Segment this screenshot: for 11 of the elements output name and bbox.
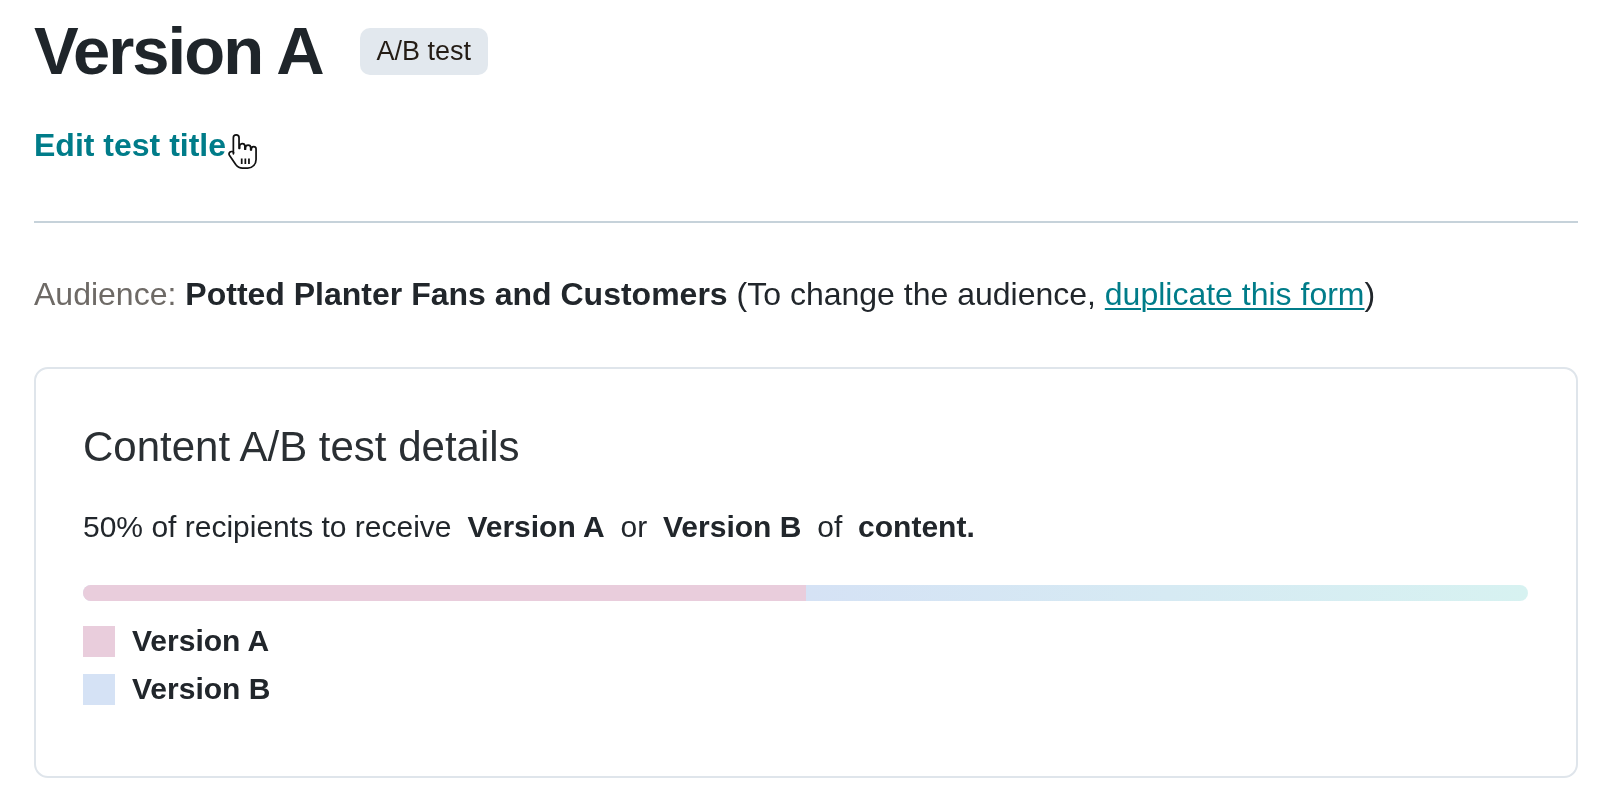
edit-title-link[interactable]: Edit test title — [34, 127, 226, 163]
audience-text: Potted Planter Fans and Customers (To change the audience, duplicate this form) — [185, 276, 1376, 312]
test-type-badge: A/B test — [359, 27, 489, 75]
audience-label: Audience: — [34, 276, 177, 312]
hand-cursor-icon — [227, 134, 258, 169]
split-summary: 50% of recipients to receive Version A or Version B of content. — [83, 509, 976, 545]
page-title: Version A — [34, 15, 323, 87]
duplicate-form-link[interactable]: duplicate this form — [1104, 276, 1365, 312]
card-title: Content A/B test details — [83, 422, 521, 472]
legend-label: Version A — [132, 623, 270, 659]
legend-label: Version B — [132, 671, 271, 707]
